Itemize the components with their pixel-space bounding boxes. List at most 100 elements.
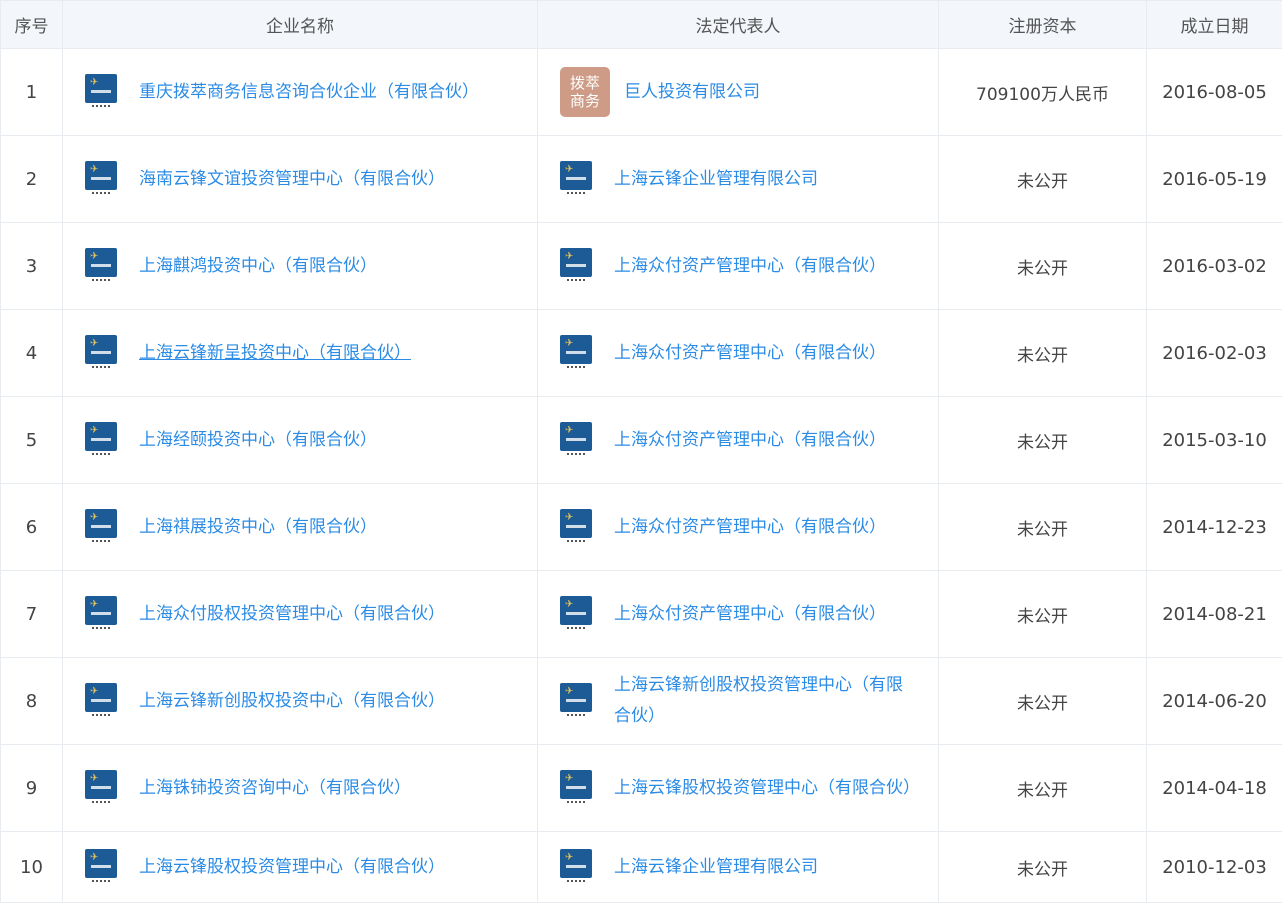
representative-cell: ✈ 上海众付资产管理中心（有限合伙） [538, 397, 939, 484]
company-logo-icon: ✈ [85, 770, 117, 806]
company-logo-icon: ✈ [85, 509, 117, 545]
representative-cell: 拨萃商务巨人投资有限公司 [538, 49, 939, 136]
row-index: 7 [1, 571, 63, 658]
company-link[interactable]: 海南云锋文谊投资管理中心（有限合伙） [139, 164, 509, 195]
table-row: 8 ✈ 上海云锋新创股权投资中心（有限合伙） ✈ 上海云锋新创股权投资管理中心（有限合伙… [1, 658, 1282, 745]
row-index: 4 [1, 310, 63, 397]
founding-date: 2015-03-10 [1147, 397, 1282, 484]
company-cell: ✈ 上海众付股权投资管理中心（有限合伙） [63, 571, 538, 658]
company-link[interactable]: 上海云锋股权投资管理中心（有限合伙） [139, 852, 509, 883]
representative-link[interactable]: 巨人投资有限公司 [624, 77, 924, 108]
representative-cell: ✈ 上海众付资产管理中心（有限合伙） [538, 223, 939, 310]
table-row: 9 ✈ 上海铢铈投资咨询中心（有限合伙） ✈ 上海云锋股权投资管理中心（有限合伙） 未公开… [1, 745, 1282, 832]
representative-cell: ✈ 上海云锋新创股权投资管理中心（有限合伙） [538, 658, 939, 745]
representative-link[interactable]: 上海众付资产管理中心（有限合伙） [614, 425, 914, 456]
company-logo-icon: ✈ [560, 849, 592, 885]
header-index: 序号 [1, 1, 63, 49]
representative-link[interactable]: 上海云锋企业管理有限公司 [614, 164, 914, 195]
representative-link[interactable]: 上海云锋企业管理有限公司 [614, 852, 914, 883]
company-logo-icon: ✈ [85, 335, 117, 371]
company-logo-icon: ✈ [560, 335, 592, 371]
company-link[interactable]: 上海铢铈投资咨询中心（有限合伙） [139, 773, 509, 804]
table-row: 3 ✈ 上海麒鸿投资中心（有限合伙） ✈ 上海众付资产管理中心（有限合伙） 未公开2016… [1, 223, 1282, 310]
company-logo-icon: ✈ [560, 422, 592, 458]
representative-badge: 拨萃商务 [560, 67, 610, 117]
company-logo-icon: ✈ [85, 596, 117, 632]
company-logo-icon: ✈ [85, 74, 117, 110]
table-row: 10 ✈ 上海云锋股权投资管理中心（有限合伙） ✈ 上海云锋企业管理有限公司未公开201… [1, 832, 1282, 903]
company-link[interactable]: 上海麒鸿投资中心（有限合伙） [139, 251, 509, 282]
company-logo-icon: ✈ [560, 248, 592, 284]
company-logo-icon: ✈ [560, 683, 592, 719]
table-row: 2✈海南云锋文谊投资管理中心（有限合伙）✈上海云锋企业管理有限公司未公开2016… [1, 136, 1282, 223]
investment-table: 序号 企业名称 法定代表人 注册资本 成立日期 1 ✈ 重庆拨萃商务信息咨询合伙企业… [0, 0, 1282, 903]
founding-date: 2016-05-19 [1147, 136, 1282, 223]
representative-link[interactable]: 上海云锋股权投资管理中心（有限合伙） [614, 773, 914, 804]
row-index: 6 [1, 484, 63, 571]
header-capital: 注册资本 [939, 1, 1147, 49]
company-logo-icon: ✈ [85, 683, 117, 719]
representative-link[interactable]: 上海云锋新创股权投资管理中心（有限合伙） [614, 670, 914, 732]
company-logo-icon: ✈ [560, 161, 592, 197]
company-cell: ✈ 上海铢铈投资咨询中心（有限合伙） [63, 745, 538, 832]
representative-cell: ✈ 上海云锋企业管理有限公司 [538, 136, 939, 223]
founding-date: 2014-06-20 [1147, 658, 1282, 745]
company-cell: ✈ 重庆拨萃商务信息咨询合伙企业（有限合伙） [63, 49, 538, 136]
registered-capital: 709100万人民币 [939, 49, 1147, 136]
company-link[interactable]: 上海祺展投资中心（有限合伙） [139, 512, 509, 543]
company-logo-icon: ✈ [85, 161, 117, 197]
company-link[interactable]: 上海云锋新呈投资中心（有限合伙） [139, 338, 509, 369]
table-row: 5 ✈ 上海经颐投资中心（有限合伙） ✈ 上海众付资产管理中心（有限合伙） 未公开2015… [1, 397, 1282, 484]
company-logo-icon: ✈ [85, 248, 117, 284]
representative-link[interactable]: 上海众付资产管理中心（有限合伙） [614, 338, 914, 369]
representative-link[interactable]: 上海众付资产管理中心（有限合伙） [614, 251, 914, 282]
company-logo-icon: ✈ [85, 849, 117, 885]
row-index: 3 [1, 223, 63, 310]
founding-date: 2010-12-03 [1147, 832, 1282, 903]
header-representative: 法定代表人 [538, 1, 939, 49]
company-link[interactable]: 上海经颐投资中心（有限合伙） [139, 425, 509, 456]
founding-date: 2016-08-05 [1147, 49, 1282, 136]
table-header-row: 序号 企业名称 法定代表人 注册资本 成立日期 [1, 1, 1282, 49]
company-cell: ✈ 上海麒鸿投资中心（有限合伙） [63, 223, 538, 310]
company-logo-icon: ✈ [560, 596, 592, 632]
table-row: 7 ✈ 上海众付股权投资管理中心（有限合伙） ✈ 上海众付资产管理中心（有限合伙） 未公开… [1, 571, 1282, 658]
company-cell: ✈ 海南云锋文谊投资管理中心（有限合伙） [63, 136, 538, 223]
founding-date: 2016-02-03 [1147, 310, 1282, 397]
registered-capital: 未公开 [939, 745, 1147, 832]
row-index: 1 [1, 49, 63, 136]
registered-capital: 未公开 [939, 223, 1147, 310]
company-link[interactable]: 重庆拨萃商务信息咨询合伙企业（有限合伙） [139, 77, 509, 108]
company-cell: ✈ 上海云锋新创股权投资中心（有限合伙） [63, 658, 538, 745]
registered-capital: 未公开 [939, 484, 1147, 571]
representative-cell: ✈ 上海众付资产管理中心（有限合伙） [538, 310, 939, 397]
header-company: 企业名称 [63, 1, 538, 49]
table-row: 6✈ 上海祺展投资中心（有限合伙）✈ 上海众付资产管理中心（有限合伙） 未公开2014… [1, 484, 1282, 571]
registered-capital: 未公开 [939, 310, 1147, 397]
table-row: 4 ✈ 上海云锋新呈投资中心（有限合伙） ✈ 上海众付资产管理中心（有限合伙） 未公开20… [1, 310, 1282, 397]
representative-cell: ✈ 上海众付资产管理中心（有限合伙） [538, 571, 939, 658]
company-cell: ✈ 上海经颐投资中心（有限合伙） [63, 397, 538, 484]
company-link[interactable]: 上海众付股权投资管理中心（有限合伙） [139, 599, 509, 630]
representative-cell: ✈ 上海云锋企业管理有限公司 [538, 832, 939, 903]
row-index: 8 [1, 658, 63, 745]
company-link[interactable]: 上海云锋新创股权投资中心（有限合伙） [139, 686, 509, 717]
founding-date: 2016-03-02 [1147, 223, 1282, 310]
founding-date: 2014-12-23 [1147, 484, 1282, 571]
row-index: 5 [1, 397, 63, 484]
representative-link[interactable]: 上海众付资产管理中心（有限合伙） [614, 512, 914, 543]
registered-capital: 未公开 [939, 571, 1147, 658]
header-date: 成立日期 [1147, 1, 1282, 49]
company-cell: ✈ 上海云锋新呈投资中心（有限合伙） [63, 310, 538, 397]
row-index: 9 [1, 745, 63, 832]
representative-link[interactable]: 上海众付资产管理中心（有限合伙） [614, 599, 914, 630]
registered-capital: 未公开 [939, 397, 1147, 484]
company-logo-icon: ✈ [560, 770, 592, 806]
company-logo-icon: ✈ [85, 422, 117, 458]
registered-capital: 未公开 [939, 136, 1147, 223]
registered-capital: 未公开 [939, 832, 1147, 903]
company-cell: ✈ 上海祺展投资中心（有限合伙） [63, 484, 538, 571]
founding-date: 2014-04-18 [1147, 745, 1282, 832]
registered-capital: 未公开 [939, 658, 1147, 745]
row-index: 10 [1, 832, 63, 903]
